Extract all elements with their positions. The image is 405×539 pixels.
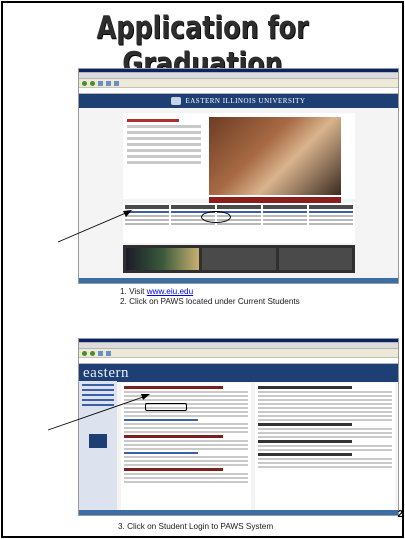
info-column [255,383,395,511]
nav-current-students [171,205,215,241]
eastern-header: eastern [79,364,398,382]
photo-of-week [126,248,200,270]
home-icon [98,350,103,356]
eiu-homepage-screenshot: EASTERN ILLINOIS UNIVERSITY [78,68,399,284]
instruction-step-3: 3. Click on Student Login to PAWS System [118,522,274,531]
nav-alumni-friends [263,205,307,241]
instruction-step-2: 2. Click on PAWS located under Current S… [120,297,300,306]
eastern-wordmark: eastern [83,364,129,381]
eiu-name: EASTERN ILLINOIS UNIVERSITY [185,97,306,105]
hero-section [123,113,355,203]
nav-campus-life [309,205,353,241]
arrow-to-paws [57,210,132,243]
search-icon [106,80,111,86]
paws-highlight-circle [201,211,231,223]
hero-photo [209,117,341,195]
taskbar [79,278,398,283]
browser-toolbar [79,79,398,88]
page-number: 2 [397,509,403,520]
favorites-icon [114,80,119,86]
search-icon [106,350,111,356]
eiu-logo-icon [171,97,182,105]
back-icon [82,350,87,356]
slide-title: Application for Graduation [96,10,309,82]
featured-item [278,248,352,270]
browser-toolbar-2 [79,349,398,358]
forward-icon [90,80,95,86]
back-icon [82,80,87,86]
home-icon [98,80,103,86]
hero-text-block [127,119,201,193]
events-calendar [202,248,276,270]
audience-nav [123,203,355,243]
feature-band [123,245,355,273]
arrow-to-student-login [47,394,150,431]
eiu-header: EASTERN ILLINOIS UNIVERSITY [79,94,398,108]
eiu-link[interactable]: www.eiu.edu [147,287,193,296]
instruction-step-1: 1. Visit www.eiu.edu [120,287,194,296]
nav-faculty-staff [217,205,261,241]
forward-icon [90,350,95,356]
taskbar-2 [79,510,398,515]
eiu-seal-icon [89,434,107,448]
